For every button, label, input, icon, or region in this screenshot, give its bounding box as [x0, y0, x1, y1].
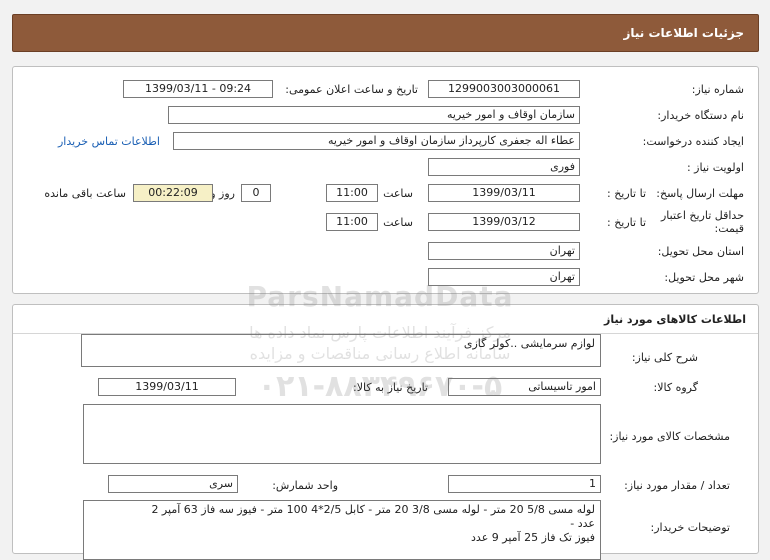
remaining-time-field: 00:22:09: [133, 184, 213, 202]
validity-date-field: 1399/03/12: [428, 213, 580, 231]
priority-label: اولویت نیاز :: [686, 161, 744, 174]
qty-label: تعداد / مقدار مورد نیاز:: [624, 479, 730, 492]
unit-label: واحد شمارش:: [272, 479, 338, 492]
group-field: امور تاسیساتی: [448, 378, 601, 396]
deadline-time-field: 11:00: [326, 184, 378, 202]
announce-field: 1399/03/11 - 09:24: [123, 80, 273, 98]
page-header: جزئیات اطلاعات نیاز: [12, 14, 759, 52]
requester-field: عطاء اله جعفری کارپرداز سازمان اوقاف و ا…: [173, 132, 580, 150]
province-field: تهران: [428, 242, 580, 260]
specs-field: [83, 404, 601, 464]
days-field: 0: [241, 184, 271, 202]
deadline-date-field: 1399/03/11: [428, 184, 580, 202]
buyer-notes-line-2: عدد -: [570, 517, 595, 530]
validity-time-label: ساعت: [383, 216, 413, 229]
buyer-notes-label: توضیحات خریدار:: [650, 521, 731, 534]
qty-field: 1: [448, 475, 601, 493]
need-number-field: 1299003003000061: [428, 80, 580, 98]
buyer-org-field: سازمان اوقاف و امور خیریه: [168, 106, 580, 124]
province-label: استان محل تحویل:: [657, 245, 744, 258]
goods-panel: اطلاعات کالاهای مورد نیاز شرح کلی نیاز: …: [12, 304, 759, 560]
group-label: گروه کالا:: [653, 381, 698, 394]
need-number-label: شماره نیاز:: [691, 83, 744, 96]
buyer-contact-link[interactable]: اطلاعات تماس خریدار: [58, 135, 160, 148]
city-field: تهران: [428, 268, 580, 286]
priority-field: فوری: [428, 158, 580, 176]
requester-label: ایجاد کننده درخواست:: [642, 135, 744, 148]
need-date-field: 1399/03/11: [98, 378, 236, 396]
description-field: لوازم سرمایشی ..کولر گازی: [81, 334, 601, 367]
remaining-label: ساعت باقی مانده: [44, 187, 126, 200]
specs-label: مشخصات کالای مورد نیاز:: [609, 430, 730, 443]
need-details-panel: شماره نیاز: 1299003003000061 تاریخ و ساع…: [12, 66, 759, 294]
validity-time-field: 11:00: [326, 213, 378, 231]
buyer-notes-field: لوله مسی 5/8 20 متر - لوله مسی 3/8 20 مت…: [83, 500, 601, 560]
days-label: روز و: [210, 187, 235, 200]
description-label: شرح کلی نیاز:: [631, 351, 698, 364]
page-title: جزئیات اطلاعات نیاز: [623, 26, 744, 40]
deadline-label: مهلت ارسال پاسخ:: [656, 187, 744, 200]
validity-label: حداقل تاریخ اعتبار قیمت:: [660, 209, 744, 235]
need-date-label: تاریخ نیاز به کالا:: [353, 381, 428, 394]
deadline-time-label: ساعت: [383, 187, 413, 200]
validity-to-date-label: تا تاریخ :: [607, 216, 646, 229]
deadline-to-date-label: تا تاریخ :: [607, 187, 646, 200]
buyer-notes-line-3: فیوز تک فاز 25 آمپر 9 عدد: [471, 531, 595, 544]
goods-section-title: اطلاعات کالاهای مورد نیاز: [604, 313, 746, 326]
unit-field: سری: [108, 475, 238, 493]
announce-label: تاریخ و ساعت اعلان عمومی:: [285, 83, 418, 96]
buyer-org-label: نام دستگاه خریدار:: [657, 109, 744, 122]
buyer-notes-line-1: لوله مسی 5/8 20 متر - لوله مسی 3/8 20 مت…: [151, 503, 595, 516]
city-label: شهر محل تحویل:: [664, 271, 744, 284]
